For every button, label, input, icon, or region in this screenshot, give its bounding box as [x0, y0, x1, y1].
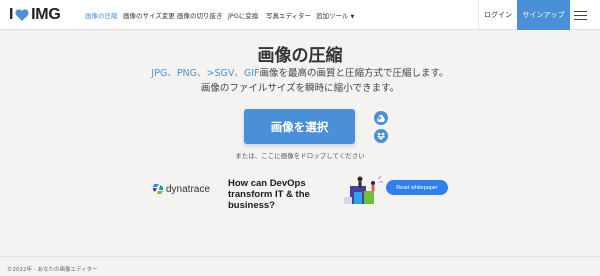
dynatrace-logo-icon: [153, 184, 163, 194]
read-whitepaper-button[interactable]: Read whitepaper: [386, 180, 448, 195]
nav-convert-to-jpg[interactable]: JPGに変換: [228, 10, 258, 20]
hero-subtitle-line2: 画像のファイルサイズを瞬時に縮小できます。: [200, 83, 400, 94]
nav-resize-image[interactable]: 画像のサイズ変更: [123, 10, 175, 20]
ad-brand-logo: dynatrace: [152, 183, 210, 195]
hamburger-menu-icon[interactable]: [574, 8, 590, 22]
ad-illustration: [344, 175, 383, 204]
footer: ©2022年 - あなたの画像エディター: [0, 256, 600, 276]
signup-button[interactable]: サインアップ: [517, 0, 570, 30]
page-title: 画像の圧縮: [257, 46, 343, 66]
nav-photo-editor[interactable]: 写真エディター: [266, 10, 311, 20]
hero-subtitle-line1-rest: 画像を最高の画質と圧縮方式で圧縮します。: [259, 68, 449, 79]
login-button[interactable]: ログイン: [478, 0, 517, 30]
google-drive-icon: [377, 114, 385, 122]
select-images-button[interactable]: 画像を選択: [244, 109, 355, 144]
site-logo[interactable]: I IMG: [9, 6, 61, 23]
supported-formats: JPG、PNG、>SGV、GIF: [151, 68, 260, 79]
dropbox-icon: [377, 132, 385, 140]
caret-down-icon: ▼: [350, 14, 355, 20]
ad-brand-name: dynatrace: [166, 183, 210, 195]
footer-copyright: ©2022年 - あなたの画像エディター: [7, 267, 98, 273]
nav-crop-image[interactable]: 画像の切り抜き: [177, 10, 223, 20]
nav-compress-image[interactable]: 画像の圧縮: [85, 10, 118, 20]
drop-hint: または、ここに画像をドロップしてください: [235, 152, 365, 160]
google-drive-button[interactable]: [374, 111, 388, 125]
dropbox-button[interactable]: [374, 129, 388, 143]
ad-headline: How can DevOps transform IT & the busine…: [228, 178, 310, 211]
heart-icon: [15, 9, 29, 21]
nav-more-tools-label: 追加ツール: [316, 12, 349, 20]
hero-subtitle-line1: JPG、PNG、>SGV、GIF画像を最高の画質と圧縮方式で圧縮します。: [0, 65, 600, 79]
logo-letter: I: [9, 6, 14, 23]
ad-banner[interactable]: dynatrace How can DevOps transform IT & …: [148, 173, 454, 211]
logo-text: IMG: [31, 6, 61, 23]
top-navbar: I IMG 画像の圧縮 画像のサイズ変更 画像の切り抜き JPGに変換 写真エデ…: [0, 0, 600, 30]
nav-more-tools[interactable]: 追加ツール ▼: [316, 10, 354, 20]
